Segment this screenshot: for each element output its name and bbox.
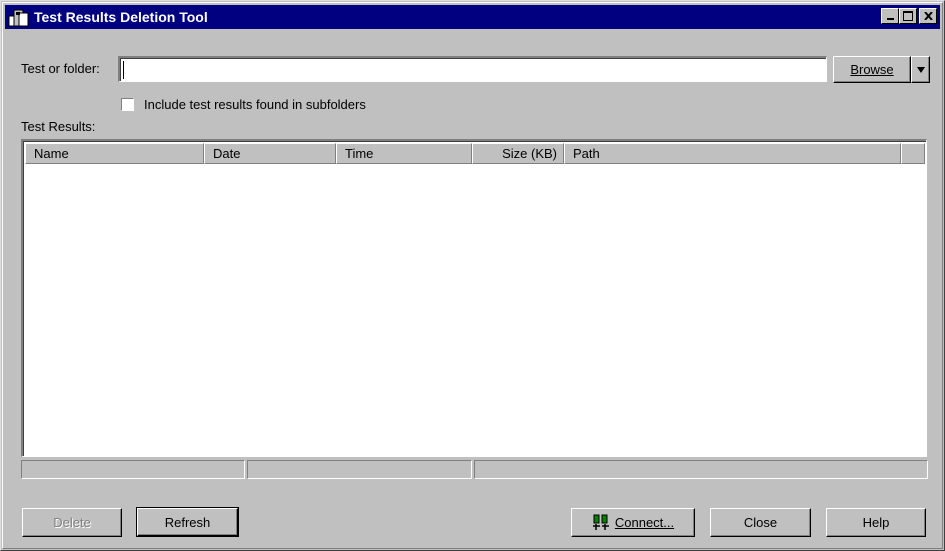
maximize-button[interactable] <box>899 8 917 24</box>
text-caret <box>123 61 124 79</box>
column-path-label: Path <box>573 146 600 161</box>
status-pane-3 <box>474 460 928 479</box>
include-subfolders-label[interactable]: Include test results found in subfolders <box>144 97 366 112</box>
delete-label: Delete <box>53 515 91 530</box>
test-results-label: Test Results: <box>21 119 96 134</box>
connect-icon <box>592 514 609 530</box>
maximize-icon <box>903 11 913 21</box>
column-header-path[interactable]: Path <box>564 143 901 164</box>
column-header-name[interactable]: Name <box>25 143 204 164</box>
test-results-list[interactable]: Name Date Time Size (KB) Path <box>21 139 927 457</box>
minimize-button[interactable] <box>881 8 899 24</box>
help-button[interactable]: Help <box>826 508 926 537</box>
column-time-label: Time <box>345 146 374 161</box>
browse-label: Browse <box>850 62 894 77</box>
column-date-label: Date <box>213 146 241 161</box>
include-subfolders-checkbox[interactable] <box>121 98 134 111</box>
minimize-icon <box>886 18 894 20</box>
close-icon <box>923 12 933 20</box>
column-size-label: Size (KB) <box>502 146 557 161</box>
test-or-folder-label: Test or folder: <box>21 61 100 76</box>
status-pane-1 <box>21 460 245 479</box>
refresh-button[interactable]: Refresh <box>136 507 239 537</box>
help-label: Help <box>862 515 890 530</box>
close-window-button[interactable] <box>919 8 937 24</box>
test-or-folder-input[interactable] <box>118 56 827 82</box>
title-buttons <box>881 8 937 24</box>
refresh-label: Refresh <box>164 514 211 530</box>
window-title: Test Results Deletion Tool <box>34 9 208 25</box>
column-name-label: Name <box>34 146 69 161</box>
close-label: Close <box>743 515 778 530</box>
browse-button[interactable]: Browse <box>833 56 911 83</box>
dropdown-arrow-icon <box>916 66 925 73</box>
status-bar <box>21 460 928 479</box>
title-bar[interactable]: Test Results Deletion Tool <box>5 5 940 29</box>
dialog-window: Test Results Deletion Tool Test or folde… <box>0 0 945 551</box>
connect-button[interactable]: Connect... <box>571 508 695 537</box>
column-header-time[interactable]: Time <box>336 143 472 164</box>
close-button[interactable]: Close <box>710 508 811 537</box>
connect-label: Connect... <box>614 515 675 530</box>
column-header-filler <box>901 143 925 164</box>
list-header: Name Date Time Size (KB) Path <box>25 143 925 164</box>
status-pane-2 <box>247 460 472 479</box>
browse-dropdown-button[interactable] <box>911 56 930 83</box>
column-header-date[interactable]: Date <box>204 143 336 164</box>
app-icon <box>8 7 30 27</box>
delete-button[interactable]: Delete <box>22 508 122 537</box>
column-header-size[interactable]: Size (KB) <box>472 143 564 164</box>
